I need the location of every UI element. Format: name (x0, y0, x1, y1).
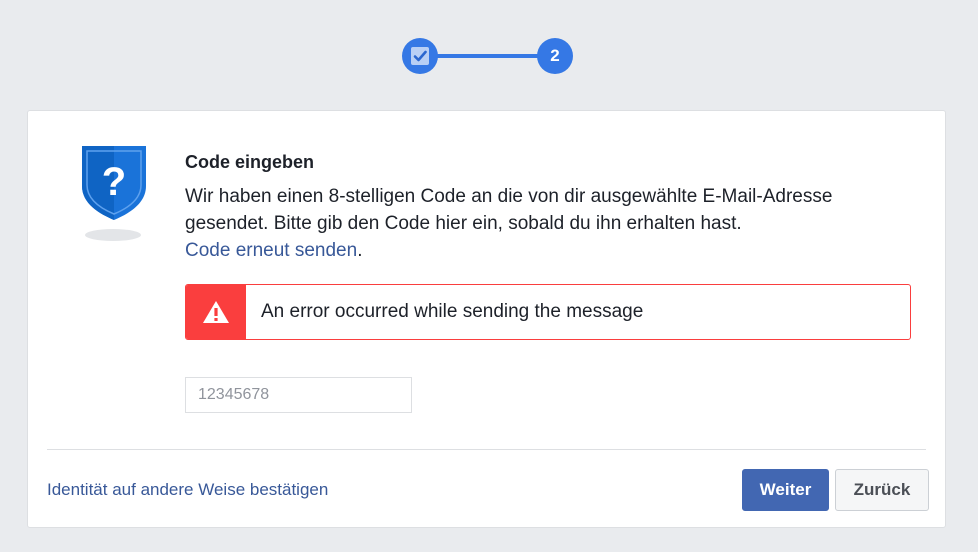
svg-text:?: ? (102, 160, 126, 204)
step-2-current: 2 (537, 38, 573, 74)
progress-stepper: 2 (400, 38, 574, 74)
error-icon-container (186, 285, 246, 339)
verification-card: ? Code eingeben Wir haben einen 8-stelli… (27, 110, 946, 528)
error-banner: An error occurred while sending the mess… (185, 284, 911, 340)
step-connector (434, 54, 540, 58)
warning-icon (203, 301, 229, 323)
description: Wir haben einen 8-stelligen Code an die … (185, 183, 915, 264)
divider (47, 449, 926, 450)
continue-button[interactable]: Weiter (742, 469, 829, 511)
content-block: Code eingeben Wir haben einen 8-stellige… (185, 151, 915, 264)
error-message: An error occurred while sending the mess… (261, 301, 644, 322)
alternate-verification-link[interactable]: Identität auf andere Weise bestätigen (47, 480, 328, 500)
back-button[interactable]: Zurück (835, 469, 929, 511)
resend-suffix: . (357, 240, 363, 261)
code-input[interactable] (185, 377, 412, 413)
step-1-completed (402, 38, 438, 74)
shield-question-icon: ? (82, 146, 146, 241)
description-text: Wir haben einen 8-stelligen Code an die … (185, 186, 833, 234)
resend-code-link[interactable]: Code erneut senden (185, 240, 357, 261)
page-title: Code eingeben (185, 152, 315, 172)
checkmark-icon (411, 47, 429, 65)
